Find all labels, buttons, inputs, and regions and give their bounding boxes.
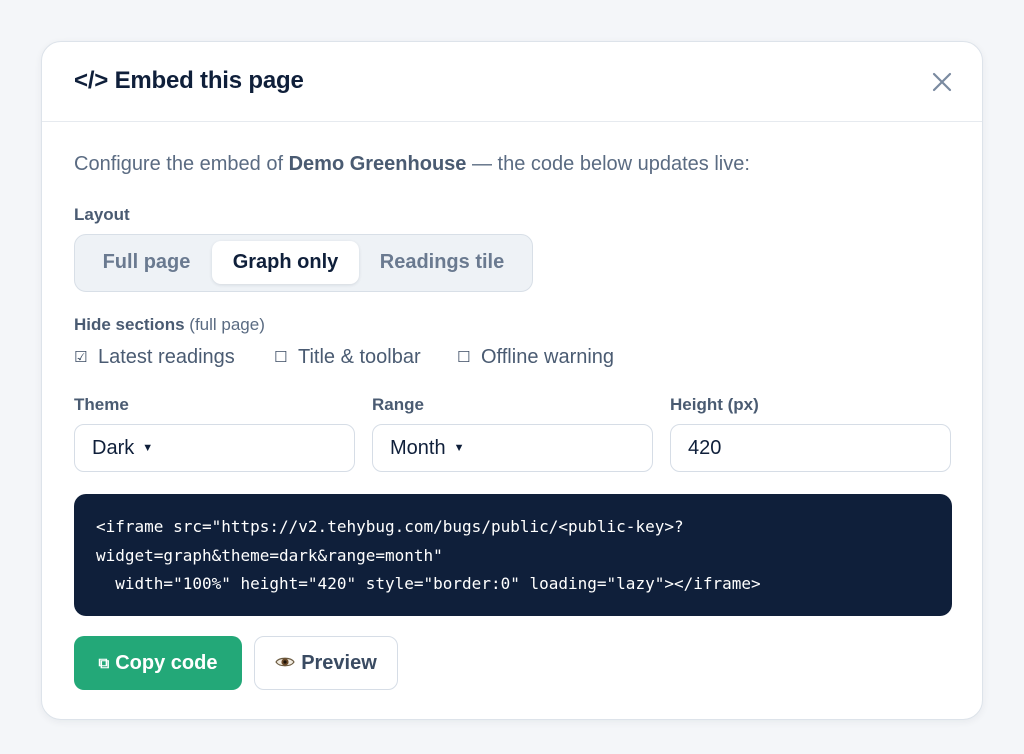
code-line: <iframe src="https://v2.tehybug.com/bugs… bbox=[96, 517, 684, 536]
checkbox-unchecked-icon: ☐ bbox=[274, 348, 288, 366]
range-select[interactable]: Month ▼ bbox=[372, 424, 653, 472]
dialog-header: </> Embed this page bbox=[42, 42, 982, 122]
copy-code-button[interactable]: ⧉ Copy code bbox=[74, 636, 242, 690]
range-value: Month bbox=[390, 436, 446, 459]
checkbox-latest-readings[interactable]: ☑ Latest readings bbox=[74, 344, 235, 370]
eye-icon bbox=[275, 652, 295, 675]
checkbox-label: Latest readings bbox=[98, 345, 235, 368]
code-line: width="100%" height="420" style="border:… bbox=[96, 574, 761, 593]
code-line: widget=graph&theme=dark&range=month" bbox=[96, 545, 443, 565]
checkbox-unchecked-icon: ☐ bbox=[457, 348, 471, 366]
copy-icon: ⧉ bbox=[98, 654, 110, 672]
layout-segmented-control: Full page Graph only Readings tile bbox=[74, 234, 533, 292]
theme-label: Theme bbox=[74, 395, 129, 414]
hide-sections-note: (full page) bbox=[189, 315, 265, 334]
close-icon bbox=[932, 72, 952, 92]
height-value: 420 bbox=[688, 436, 722, 459]
embed-code-block[interactable]: <iframe src="https://v2.tehybug.com/bugs… bbox=[74, 494, 952, 616]
range-label: Range bbox=[372, 395, 424, 414]
close-button[interactable] bbox=[928, 68, 956, 96]
layout-label: Layout bbox=[74, 205, 130, 224]
page-name: Demo Greenhouse bbox=[288, 153, 467, 175]
theme-value: Dark bbox=[92, 436, 135, 459]
intro-text: Configure the embed of Demo Greenhouse —… bbox=[74, 153, 750, 176]
intro-prefix: Configure the embed of bbox=[74, 153, 289, 175]
copy-code-label: Copy code bbox=[115, 651, 218, 674]
layout-option-graph-only[interactable]: Graph only bbox=[212, 241, 359, 284]
intro-suffix: — the code below updates live: bbox=[466, 153, 750, 175]
caret-down-icon: ▼ bbox=[142, 442, 154, 454]
checkbox-title-toolbar[interactable]: ☐ Title & toolbar bbox=[274, 344, 421, 370]
checkbox-label: Offline warning bbox=[481, 345, 615, 368]
preview-button[interactable]: Preview bbox=[254, 636, 398, 690]
checkbox-offline-warning[interactable]: ☐ Offline warning bbox=[457, 344, 614, 370]
embed-dialog: </> Embed this page Configure the embed … bbox=[41, 41, 983, 720]
height-label: Height (px) bbox=[670, 395, 759, 414]
hide-sections-label: Hide sections (full page) bbox=[74, 315, 265, 335]
dialog-title: </> Embed this page bbox=[74, 67, 304, 94]
layout-option-readings-tile[interactable]: Readings tile bbox=[359, 241, 525, 284]
theme-select[interactable]: Dark ▼ bbox=[74, 424, 355, 472]
preview-label: Preview bbox=[301, 651, 377, 674]
height-input[interactable]: 420 bbox=[670, 424, 951, 472]
caret-down-icon: ▼ bbox=[453, 442, 465, 454]
layout-option-full-page[interactable]: Full page bbox=[81, 241, 212, 284]
hide-sections-title: Hide sections bbox=[74, 315, 185, 334]
checkbox-label: Title & toolbar bbox=[298, 345, 421, 368]
checkbox-checked-icon: ☑ bbox=[74, 348, 88, 366]
